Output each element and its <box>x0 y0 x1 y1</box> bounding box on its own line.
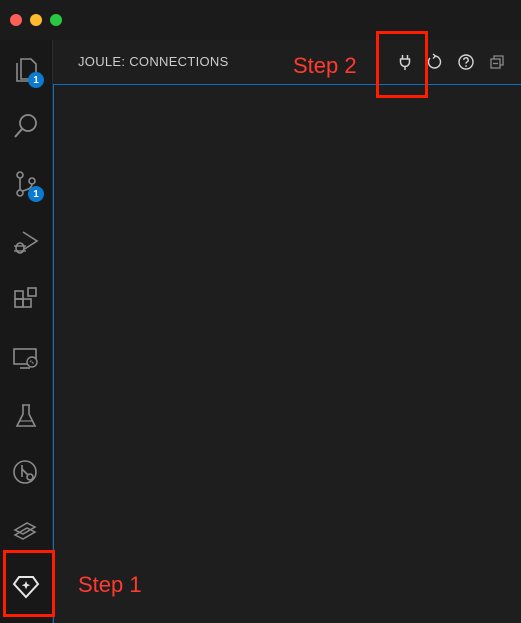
activity-bar: 1 1 <box>0 40 53 623</box>
activity-explorer[interactable]: 1 <box>4 48 48 92</box>
panel-title: JOULE: CONNECTIONS <box>78 54 229 69</box>
source-control-badge: 1 <box>28 186 44 202</box>
beaker-icon <box>15 404 37 427</box>
activity-extensions[interactable] <box>4 278 48 322</box>
panel-header: JOULE: CONNECTIONS <box>53 40 521 84</box>
extensions-icon <box>14 287 37 308</box>
activity-source-control[interactable]: 1 <box>4 162 48 206</box>
explorer-badge: 1 <box>28 72 44 88</box>
collapse-all-button[interactable] <box>486 51 508 73</box>
step1-highlight-box <box>3 550 55 617</box>
layers-icon <box>13 522 37 540</box>
step2-highlight-box <box>376 31 428 98</box>
connections-view <box>53 84 521 623</box>
step2-label: Step 2 <box>293 53 357 78</box>
minimize-window-button[interactable] <box>30 14 42 26</box>
run-debug-icon <box>14 231 39 254</box>
activity-layers[interactable] <box>4 508 48 552</box>
collapse-all-icon <box>490 55 504 69</box>
help-icon <box>458 54 474 70</box>
search-icon <box>14 114 37 138</box>
git-graph-icon <box>13 460 37 484</box>
activity-git-graph[interactable] <box>4 450 48 494</box>
activity-testing[interactable] <box>4 394 48 438</box>
title-bar <box>0 0 521 40</box>
activity-run-debug[interactable] <box>4 220 48 264</box>
close-window-button[interactable] <box>10 14 22 26</box>
activity-search[interactable] <box>4 104 48 148</box>
zoom-window-button[interactable] <box>50 14 62 26</box>
step1-label: Step 1 <box>78 572 142 597</box>
activity-remote-explorer[interactable] <box>4 336 48 380</box>
help-button[interactable] <box>455 51 477 73</box>
remote-explorer-icon <box>13 348 38 369</box>
refresh-icon <box>427 53 442 69</box>
